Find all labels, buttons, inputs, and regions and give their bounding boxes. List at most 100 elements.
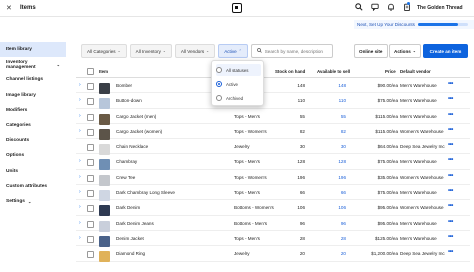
sidebar-item-modifiers[interactable]: Modifiers xyxy=(0,103,66,118)
search-box[interactable] xyxy=(250,44,333,58)
available-to-sell[interactable]: 30 xyxy=(320,144,346,149)
chevron-right-icon[interactable]: › xyxy=(79,158,81,164)
status-option-archived[interactable]: Archived xyxy=(216,92,261,104)
chevron-right-icon[interactable]: › xyxy=(79,97,81,103)
table-row[interactable]: Diamond Ring Jewelry 20 20 $1,200.00/ea Deep … xyxy=(76,246,470,263)
online-site-button[interactable]: Online site xyxy=(354,44,388,58)
table-row[interactable]: › Dark Denim Jeans Bottoms - Men's 96 96 $95.… xyxy=(76,216,470,232)
more-options-icon[interactable]: ••• xyxy=(448,96,453,102)
stock-column-header[interactable]: Stock on hand xyxy=(275,69,305,74)
available-to-sell[interactable]: 66 xyxy=(320,190,346,195)
available-column-header[interactable]: Available to sell xyxy=(317,69,350,74)
more-options-icon[interactable]: ••• xyxy=(448,188,453,194)
row-checkbox[interactable] xyxy=(87,144,94,152)
close-icon[interactable]: ✕ xyxy=(6,4,12,12)
chevron-right-icon[interactable]: › xyxy=(79,204,81,210)
item-name[interactable]: Diamond Ring xyxy=(116,251,145,256)
available-to-sell[interactable]: 196 xyxy=(320,175,346,180)
item-column-header[interactable]: Item xyxy=(99,69,108,74)
chevron-right-icon[interactable]: › xyxy=(79,113,81,119)
search-input[interactable] xyxy=(264,48,329,54)
available-to-sell[interactable]: 20 xyxy=(320,251,346,256)
item-name[interactable]: Chambray xyxy=(116,159,137,164)
available-to-sell[interactable]: 110 xyxy=(320,98,346,103)
sidebar-item-discounts[interactable]: Discounts xyxy=(0,133,66,148)
chevron-right-icon[interactable]: › xyxy=(79,128,81,134)
chat-icon[interactable] xyxy=(370,3,379,13)
row-checkbox[interactable] xyxy=(87,174,94,182)
store-name[interactable]: The Golden Thread xyxy=(417,5,463,11)
item-name[interactable]: Denim Jacket xyxy=(116,236,144,241)
table-row[interactable]: › Cargo Jacket (men) Tops - Men's 55 55 $115.… xyxy=(76,109,470,125)
status-filter[interactable]: Active ⌃ xyxy=(218,44,248,58)
table-row[interactable]: › Dark Denim Bottoms - Women's 106 106 $95.00… xyxy=(76,200,470,217)
row-checkbox[interactable] xyxy=(87,235,94,243)
table-row[interactable]: › Chambray Tops - Men's 128 128 $75.00/ea Men'… xyxy=(76,154,470,171)
sidebar-item-image-library[interactable]: Image library xyxy=(0,88,66,103)
available-to-sell[interactable]: 28 xyxy=(320,236,346,241)
item-name[interactable]: Bomber xyxy=(116,83,132,88)
status-option-all-statuses[interactable]: All statuses xyxy=(216,64,261,76)
create-item-button[interactable]: Create an item xyxy=(423,44,468,58)
item-name[interactable]: Dark Denim Jeans xyxy=(116,221,154,226)
inventory-filter[interactable]: All Inventory ⌄ xyxy=(129,44,172,58)
row-checkbox[interactable] xyxy=(87,113,94,121)
table-row[interactable]: › Button-down 110 110 $75.00/ea Men's Warehou… xyxy=(76,93,470,110)
more-options-icon[interactable]: ••• xyxy=(448,249,453,255)
row-checkbox[interactable] xyxy=(87,205,94,213)
available-to-sell[interactable]: 128 xyxy=(320,159,346,164)
vendor-column-header[interactable]: Default vendor xyxy=(400,69,431,74)
row-checkbox[interactable] xyxy=(87,220,94,228)
available-to-sell[interactable]: 148 xyxy=(320,83,346,88)
sidebar-item-custom-attributes[interactable]: Custom attributes xyxy=(0,179,66,194)
more-options-icon[interactable]: ••• xyxy=(448,219,453,225)
item-name[interactable]: Dark Chambray Long Sleeve xyxy=(116,190,175,195)
row-checkbox[interactable] xyxy=(87,98,94,106)
more-options-icon[interactable]: ••• xyxy=(448,234,453,240)
available-to-sell[interactable]: 82 xyxy=(320,129,346,134)
sidebar-item-settings[interactable]: Settings ⌄ xyxy=(0,194,66,209)
chevron-right-icon[interactable]: › xyxy=(79,174,81,180)
sidebar-item-item-library[interactable]: Item library xyxy=(0,42,66,58)
table-row[interactable]: Chain Necklace Jewelry 30 30 $64.00/ea Deep S… xyxy=(76,139,470,156)
select-all-checkbox[interactable] xyxy=(87,68,94,75)
more-options-icon[interactable]: ••• xyxy=(448,157,453,163)
table-row[interactable]: › Bomber 148 148 $90.00/ea Men's Warehouse ••• xyxy=(76,78,470,94)
vendors-filter[interactable]: All Vendors ⌄ xyxy=(174,44,216,58)
item-name[interactable]: Crew Tee xyxy=(116,175,135,180)
more-options-icon[interactable]: ••• xyxy=(448,142,453,148)
more-options-icon[interactable]: ••• xyxy=(448,173,453,179)
sidebar-item-options[interactable]: Options xyxy=(0,148,66,163)
table-row[interactable]: › Denim Jacket Tops - Men's 28 28 $125.00/ea M… xyxy=(76,231,470,247)
actions-button[interactable]: Actions ⌄ xyxy=(389,44,421,58)
sidebar-item-categories[interactable]: Categories xyxy=(0,118,66,133)
chevron-right-icon[interactable]: › xyxy=(79,189,81,195)
item-name[interactable]: Chain Necklace xyxy=(116,144,148,149)
categories-filter[interactable]: All Categories ⌄ xyxy=(81,44,127,58)
status-option-active[interactable]: Active xyxy=(216,78,261,90)
item-name[interactable]: Dark Denim xyxy=(116,205,140,210)
more-options-icon[interactable]: ••• xyxy=(448,81,453,87)
table-row[interactable]: › Cargo Jacket (women) Tops - Women's 82 82 $… xyxy=(76,124,470,140)
item-name[interactable]: Cargo Jacket (women) xyxy=(116,129,162,134)
table-row[interactable]: › Dark Chambray Long Sleeve Tops - Men's 66… xyxy=(76,185,470,202)
more-options-icon[interactable]: ••• xyxy=(448,112,453,118)
chevron-right-icon[interactable]: › xyxy=(79,82,81,88)
search-icon[interactable] xyxy=(354,3,363,13)
available-to-sell[interactable]: 106 xyxy=(320,205,346,210)
chevron-right-icon[interactable]: › xyxy=(79,220,81,226)
more-options-icon[interactable]: ••• xyxy=(448,127,453,133)
sidebar-item-channel-listings[interactable]: Channel listings xyxy=(0,72,66,87)
sidebar-item-inventory-management[interactable]: Inventory management ⌄ xyxy=(0,57,66,72)
more-options-icon[interactable]: ••• xyxy=(448,203,453,209)
bell-icon[interactable] xyxy=(386,3,395,13)
row-checkbox[interactable] xyxy=(87,251,94,259)
row-checkbox[interactable] xyxy=(87,128,94,136)
chevron-right-icon[interactable]: › xyxy=(79,235,81,241)
sidebar-item-units[interactable]: Units xyxy=(0,164,66,179)
item-name[interactable]: Button-down xyxy=(116,98,142,103)
row-checkbox[interactable] xyxy=(87,83,94,90)
table-row[interactable]: › Crew Tee Tops - Women's 196 196 $35.00/ea Wo… xyxy=(76,170,470,186)
available-to-sell[interactable]: 96 xyxy=(320,221,346,226)
item-name[interactable]: Cargo Jacket (men) xyxy=(116,114,156,119)
